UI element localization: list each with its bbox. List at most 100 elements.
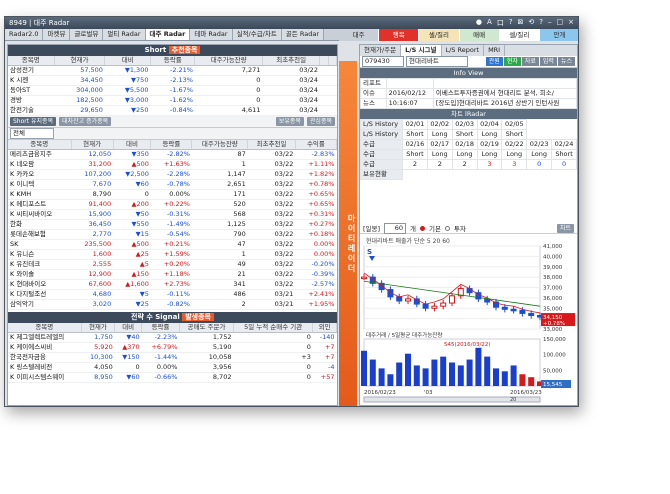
window-control-1[interactable]: A	[487, 18, 492, 28]
subtab-1[interactable]: L/S 시그널	[401, 45, 442, 56]
right-tab-5[interactable]: 안개	[539, 29, 578, 41]
candle-body	[528, 312, 535, 317]
table-row[interactable]: K 와이솔 12,900 ▲150 +1.18% 21 03/22 -0.39%	[8, 269, 337, 280]
table-row[interactable]: 한국전자금융 10,300 ▼150 -1.44% 10,058 +3 +7	[8, 352, 337, 363]
watchlist-button[interactable]: 관심종목	[306, 117, 335, 126]
window-control-7[interactable]: –	[548, 18, 552, 28]
column-header: 수익률	[295, 140, 338, 150]
window-control-6[interactable]: ?	[539, 18, 543, 28]
rate: +0.22%	[150, 199, 192, 210]
tab-6[interactable]: 실적/수급/차트	[232, 29, 282, 40]
right-tab-0[interactable]: 대주	[339, 29, 380, 41]
market-select[interactable]: 전체	[10, 128, 54, 139]
table-row[interactable]: K 케이에스씨비 5,920 ▲370 +6.79% 5,190 0 +7	[8, 342, 337, 353]
frgn: -4	[312, 362, 337, 373]
table-row[interactable]: 동아ST 304,000 ▼5,500 -1.67% 0 03/24	[8, 85, 337, 96]
loan-increase-button[interactable]: 대차잔고 증가종목	[59, 117, 112, 126]
window-control-2[interactable]: 口	[497, 18, 504, 28]
diff-value: 350	[136, 150, 149, 158]
table-row[interactable]: K 씨티씨바이오 15,900 ▼50 -0.31% 568 03/22 +0.31%	[8, 209, 337, 220]
invest-radio[interactable]	[445, 225, 450, 231]
code-button-2[interactable]: 자료	[521, 57, 539, 66]
window-control-5[interactable]: ⟲	[528, 18, 534, 28]
code-button-0[interactable]: 관원	[485, 57, 503, 66]
window-control-3[interactable]: ?	[509, 18, 513, 28]
subtab-3[interactable]: MRI	[484, 45, 506, 56]
right-tab-4[interactable]: 셀/질리	[499, 29, 540, 41]
table-row[interactable]: K 현대바이오 67,600 ▲1,600 +2.73% 341 03/22 -2.57%	[8, 279, 337, 290]
history-cell: 0	[526, 159, 553, 170]
info-key: 뉴스	[360, 98, 387, 109]
window-control-9[interactable]: ×	[568, 18, 574, 28]
table-row[interactable]: K 유니슨 1,600 ▲25 +1.59% 1 03/22 0.00%	[8, 249, 337, 260]
table-row[interactable]: 롯데손해보험 2,770 ▼15 -0.54% 790 03/22 +0.18%	[8, 229, 337, 240]
price: 4,680	[71, 289, 114, 300]
table-row[interactable]: K KMH 8,790 0 0.00% 171 03/22 +0.65%	[8, 189, 337, 200]
tab-0[interactable]: Radar2.0	[5, 29, 44, 40]
table-row[interactable]: 메리츠금융지주 12,050 ▼350 -2.82% 87 03/22 -2.83%	[8, 149, 337, 160]
volume-bar	[510, 365, 517, 386]
inst: 0	[233, 332, 313, 343]
tab-7[interactable]: 골든 Radar	[281, 29, 324, 40]
table-row[interactable]: K 이니텍 7,670 ▼60 -0.78% 2,651 03/22 +0.78%	[8, 179, 337, 190]
table-row[interactable]: 삼성전기 57,500 ▼1,300 -2.21% 7,271 03/22	[8, 65, 337, 76]
code-button-4[interactable]: 뉴스	[557, 57, 575, 66]
table-row[interactable]: K 메디포스트 91,400 ▲200 +0.22% 520 03/22 +0.65%	[8, 199, 337, 210]
code-button-3[interactable]: 입력	[539, 57, 557, 66]
short-keep-button[interactable]: Short 유지종목	[10, 117, 57, 126]
tab-2[interactable]: 글로벌뷰	[70, 29, 104, 40]
tab-3[interactable]: 멀티 Radar	[103, 29, 146, 40]
table-row[interactable]: K 네오팜 31,200 ▲500 +1.63% 1 03/22 +1.11%	[8, 159, 337, 170]
price-tick-label: 36,000	[543, 296, 563, 302]
table-row[interactable]: K 링스텔레비전 4,050 0 0.00% 3,956 0 -4	[8, 362, 337, 373]
info-row[interactable]: 뉴스 10:16:07 [장도입]현대리바트 2016년 상반기 인턴사원	[360, 98, 578, 109]
diff: ▼3,000	[104, 95, 151, 106]
right-tab-2[interactable]: 셀/질리	[419, 29, 460, 41]
table-row[interactable]: 한화 36,450 ▼550 -1.49% 1,125 03/22 +0.27%	[8, 219, 337, 230]
cell	[319, 85, 329, 96]
tab-5[interactable]: 테마 Radar	[190, 29, 233, 40]
tab-4[interactable]: 대주 Radar	[145, 29, 191, 40]
diff: ▼5	[113, 289, 151, 300]
chart-button[interactable]: 차트	[556, 223, 574, 233]
history-cell: 02/18	[451, 139, 478, 150]
window-control-0[interactable]: ●	[476, 18, 482, 28]
diff: ▼60	[113, 179, 151, 190]
tab-1[interactable]: 마켓뷰	[43, 29, 71, 40]
right-tab-1[interactable]: 행복	[379, 29, 420, 41]
window-control-8[interactable]: □	[557, 18, 564, 28]
history-cell: Long	[526, 149, 553, 160]
stock-name-field[interactable]: 현대리바트	[406, 56, 468, 67]
period-input[interactable]: 60	[384, 222, 407, 234]
info-row[interactable]: 이슈 2016/02/12 이베스트투자증권에서 현대리트 분석, 희소/	[360, 88, 578, 99]
holding-button[interactable]: 보유종목	[275, 117, 304, 126]
table-row[interactable]: 경방 182,500 ▼3,000 -1.62% 0 03/24	[8, 95, 337, 106]
rate: -2.13%	[150, 75, 195, 86]
subtab-0[interactable]: 현재가/주문	[360, 45, 402, 56]
stock-code-input[interactable]: 079430	[362, 56, 404, 67]
history-cell: Short	[402, 129, 428, 140]
table-row[interactable]: 삼익악기 3,020 ▼25 -0.82% 2 03/21 +1.95%	[8, 299, 337, 310]
volume-note: 545(2016/03/22)	[444, 342, 491, 348]
subtab-2[interactable]: L/S Report	[442, 45, 485, 56]
table-row[interactable]: K 이피시스템스웨이 8,950 ▼60 -0.66% 8,702 0 +57	[8, 372, 337, 383]
price: 67,600	[71, 279, 114, 290]
qty: 0	[194, 85, 263, 96]
table-row[interactable]: SK 235,500 ▲500 +0.21% 47 03/22 0.00%	[8, 239, 337, 250]
table-row[interactable]: K 시젠 34,450 ▼750 -2.13% 0 03/24	[8, 75, 337, 86]
window-control-4[interactable]: ⊠	[518, 18, 524, 28]
basic-radio[interactable]	[420, 225, 426, 231]
history-cell: 02/03	[451, 119, 478, 130]
code-button-1[interactable]: 현자	[503, 57, 521, 66]
x-axis-label: 2016/03/23	[510, 390, 542, 396]
table-row[interactable]: K 제그엘렉트레엘의 1,750 ▼40 -2.23% 1,752 0 -140	[8, 332, 337, 343]
table-row[interactable]: K 카카오 107,200 ▼2,500 -2.28% 1,147 03/22 +1.82%	[8, 169, 337, 180]
qty: 520	[191, 199, 248, 210]
right-tab-3[interactable]: 매매	[459, 29, 500, 41]
info-row[interactable]: 리포트	[360, 78, 578, 89]
rate: -0.66%	[141, 372, 180, 383]
table-row[interactable]: K 다지털조선 4,680 ▼5 -0.11% 486 03/21 +2.41%	[8, 289, 337, 300]
stock-name: K KMH	[8, 189, 72, 200]
table-row[interactable]: K 유진테크 2,555 ▲5 +0.20% 49 03/22 -0.20%	[8, 259, 337, 270]
table-row[interactable]: 한전기술 29,650 ▼250 -0.84% 4,611 03/24	[8, 105, 337, 116]
